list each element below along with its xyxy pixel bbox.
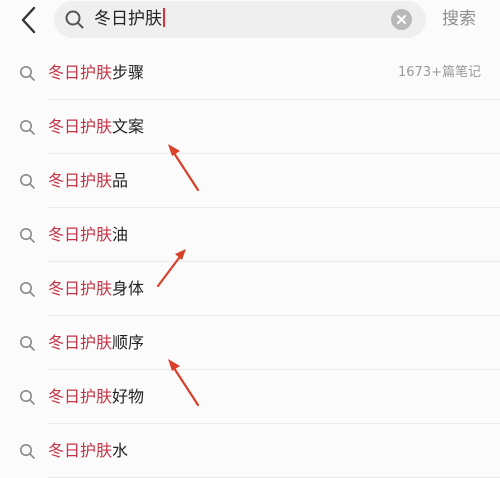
suggestion-suffix: 水 [112,441,129,460]
search-query: 冬日护肤 [94,9,162,29]
suggestion-highlight: 冬日护肤 [48,63,113,82]
suggestion-text: 冬日护肤身体 [48,262,144,316]
suggestion-highlight: 冬日护肤 [48,279,113,298]
search-icon [20,120,35,135]
top-bar: 冬日护肤 搜索 [0,0,500,44]
back-button[interactable] [14,6,44,34]
note-count: 1673+篇笔记 [398,65,481,80]
suggestion-list: 冬日护肤步骤 1673+篇笔记 冬日护肤文案 冬日护肤品 冬日护肤油 冬日护肤身体 冬日护肤… [0,46,500,478]
suggestion-suffix: 顺序 [112,333,145,352]
suggestion-item[interactable]: 冬日护肤品 [0,154,500,208]
suggestion-text: 冬日护肤油 [48,208,128,262]
suggestion-item[interactable]: 冬日护肤油 [0,208,500,262]
suggestion-suffix: 好物 [112,387,145,406]
back-arrow-icon [21,6,36,34]
search-icon [20,66,35,81]
suggestion-text: 冬日护肤顺序 [48,316,144,370]
suggestion-text: 冬日护肤步骤 [48,46,144,100]
suggestion-item[interactable]: 冬日护肤好物 [0,370,500,424]
suggestion-highlight: 冬日护肤 [48,441,113,460]
suggestion-item[interactable]: 冬日护肤文案 [0,100,500,154]
suggestion-item[interactable]: 冬日护肤顺序 [0,316,500,370]
suggestion-suffix: 步骤 [112,63,145,82]
suggestion-item[interactable]: 冬日护肤水 [0,424,500,478]
search-input[interactable]: 冬日护肤 [94,1,165,38]
suggestion-suffix: 油 [112,225,129,244]
suggestion-highlight: 冬日护肤 [48,225,113,244]
suggestion-suffix: 文案 [112,117,145,136]
suggestion-suffix: 身体 [112,279,145,298]
suggestion-item[interactable]: 冬日护肤身体 [0,262,500,316]
search-icon [20,228,35,243]
text-caret [163,8,165,27]
suggestion-text: 冬日护肤好物 [48,370,144,424]
search-icon [20,174,35,189]
suggestion-item[interactable]: 冬日护肤步骤 1673+篇笔记 [0,46,500,100]
suggestion-text: 冬日护肤品 [48,154,128,208]
suggestion-highlight: 冬日护肤 [48,171,113,190]
search-icon [20,390,35,405]
clear-button[interactable] [391,9,412,30]
search-icon [20,282,35,297]
search-box[interactable]: 冬日护肤 [54,1,426,38]
suggestion-highlight: 冬日护肤 [48,117,113,136]
search-icon [65,10,84,29]
suggestion-text: 冬日护肤文案 [48,100,144,154]
search-icon [20,336,35,351]
suggestion-highlight: 冬日护肤 [48,333,113,352]
search-icon [20,444,35,459]
suggestion-highlight: 冬日护肤 [48,387,113,406]
clear-icon [397,15,406,24]
suggestion-text: 冬日护肤水 [48,424,128,478]
suggestion-suffix: 品 [112,171,129,190]
search-button[interactable]: 搜索 [442,0,476,38]
